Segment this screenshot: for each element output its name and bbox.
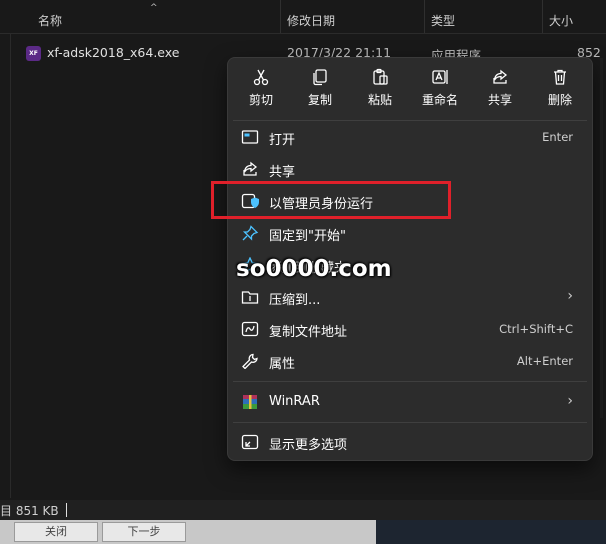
close-button[interactable]: 关闭 — [14, 522, 98, 542]
more-options-icon — [241, 434, 259, 450]
cut-label: 剪切 — [248, 93, 273, 107]
open-window-icon — [241, 130, 259, 144]
menu-item-label: 固定到"开始" — [269, 229, 346, 244]
pin-icon — [242, 225, 259, 241]
exe-file-icon: XF — [26, 46, 41, 61]
file-name: xf-adsk2018_x64.exe — [47, 45, 180, 60]
menu-item-shortcut: Alt+Enter — [516, 354, 573, 368]
menu-item-pin-start[interactable]: 固定到"开始" — [233, 218, 587, 248]
background-window — [376, 520, 606, 544]
quick-actions-bar: 剪切 复制 粘贴 重命名 共享 删除 — [228, 58, 592, 120]
sort-ascending-icon: ^ — [150, 3, 158, 13]
paste-icon — [373, 68, 388, 85]
menu-separator — [233, 422, 587, 423]
menu-separator — [233, 120, 587, 121]
status-bar: 目 851 KB — [0, 500, 606, 520]
delete-label: 删除 — [547, 93, 572, 107]
copy-icon — [313, 69, 327, 86]
rename-label: 重命名 — [421, 93, 458, 107]
column-type[interactable]: 类型 — [424, 0, 542, 33]
menu-item-label: 打开 — [269, 133, 296, 148]
menu-item-share[interactable]: 共享 — [233, 154, 587, 184]
menu-item-label: 共享 — [269, 165, 296, 180]
next-button[interactable]: 下一步 — [102, 522, 186, 542]
menu-item-label: 显示更多选项 — [269, 438, 348, 453]
menu-item-label: 压缩到... — [269, 293, 321, 308]
rename-icon — [432, 70, 448, 84]
menu-item-open[interactable]: 打开 Enter — [233, 122, 587, 152]
menu-item-compress[interactable]: 压缩到... › — [233, 282, 587, 312]
menu-item-label: WinRAR — [269, 394, 320, 409]
menu-item-show-more[interactable]: 显示更多选项 — [233, 427, 587, 457]
chevron-right-icon: › — [567, 288, 573, 304]
paste-label: 粘贴 — [367, 93, 392, 107]
trash-icon — [554, 69, 566, 85]
pane-divider — [10, 33, 11, 498]
delete-button[interactable]: 删除 — [530, 62, 590, 116]
share-icon — [493, 69, 508, 84]
rename-button[interactable]: 重命名 — [410, 62, 470, 116]
menu-item-winrar[interactable]: WinRAR › — [233, 387, 587, 417]
watermark: so0000.com — [236, 256, 392, 282]
copy-path-icon — [241, 321, 259, 337]
text-cursor — [66, 503, 67, 517]
share-quick-button[interactable]: 共享 — [470, 62, 530, 116]
scissors-icon — [253, 69, 269, 86]
menu-item-shortcut: Enter — [542, 130, 573, 144]
menu-item-label: 属性 — [269, 357, 296, 372]
column-size[interactable]: 大小 — [542, 0, 606, 33]
menu-item-copy-path[interactable]: 复制文件地址 Ctrl+Shift+C — [233, 314, 587, 344]
menu-separator — [233, 381, 587, 382]
chevron-right-icon: › — [567, 393, 573, 409]
share-icon — [243, 161, 258, 176]
winrar-icon — [243, 395, 257, 409]
cut-button[interactable]: 剪切 — [231, 62, 291, 116]
wrench-icon — [242, 353, 258, 369]
menu-item-shortcut: Ctrl+Shift+C — [499, 322, 573, 336]
column-header: 名称 ^ 修改日期 类型 大小 — [0, 0, 606, 34]
column-modified[interactable]: 修改日期 — [280, 0, 424, 33]
menu-item-label: 复制文件地址 — [269, 325, 348, 340]
copy-label: 复制 — [307, 93, 332, 107]
highlight-box — [211, 181, 451, 219]
scrollbar[interactable] — [600, 58, 603, 418]
menu-item-properties[interactable]: 属性 Alt+Enter — [233, 346, 587, 376]
status-text: 目 851 KB — [0, 504, 59, 518]
paste-button[interactable]: 粘贴 — [350, 62, 410, 116]
copy-button[interactable]: 复制 — [290, 62, 350, 116]
share-quick-label: 共享 — [487, 93, 512, 107]
archive-icon — [241, 291, 259, 304]
